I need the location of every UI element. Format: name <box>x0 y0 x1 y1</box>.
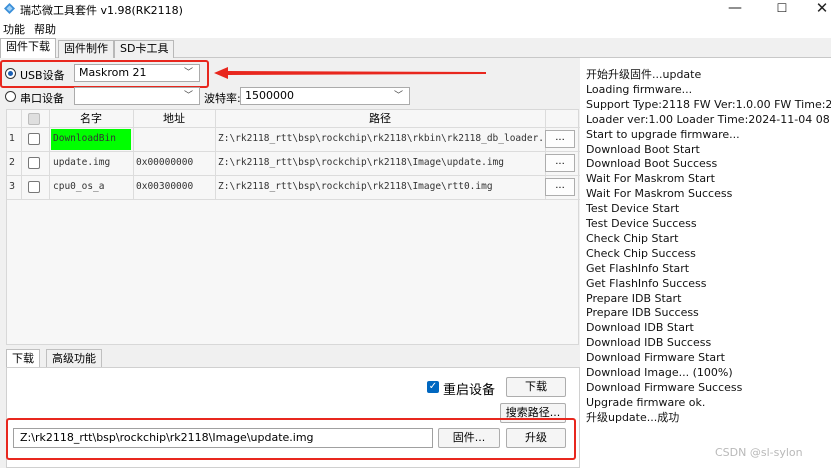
row-name: update.img <box>53 157 111 168</box>
column-header-address: 地址 <box>163 112 185 125</box>
annotation-arrow-top <box>214 67 486 79</box>
tab-firmware-build[interactable]: 固件制作 <box>58 40 114 58</box>
log-line: Check Chip Start <box>586 231 679 245</box>
baud-rate-select[interactable]: 1500000 ﹀ <box>240 87 410 105</box>
log-line: Get FlashInfo Success <box>586 276 707 290</box>
log-line: Download Boot Success <box>586 157 718 171</box>
log-line: Support Type:2118 FW Ver:1.0.00 FW Time:… <box>586 97 831 111</box>
log-pane: 开始升级固件...update Loading firmware... Suppor… <box>583 58 831 468</box>
log-line: Download IDB Start <box>586 321 694 335</box>
log-line: Download Image... (100%) <box>586 366 733 379</box>
log-line: Get FlashInfo Start <box>586 261 690 275</box>
row-index: 3 <box>9 181 16 192</box>
row-checkbox[interactable] <box>28 157 40 169</box>
row-index: 2 <box>9 157 16 168</box>
serial-device-radio[interactable] <box>5 91 16 102</box>
close-button[interactable]: ✕ <box>800 0 831 18</box>
column-header-path: 路径 <box>369 112 391 125</box>
image-table: 名字 地址 路径 1 DownloadBin Z:\rk2118_rtt\bsp… <box>6 109 580 345</box>
menu-function[interactable]: 功能 <box>3 21 25 37</box>
browse-file-button[interactable]: ... <box>545 154 575 172</box>
serial-device-label: 串口设备 <box>20 92 64 105</box>
restart-device-label: 重启设备 <box>443 383 496 398</box>
app-logo-icon <box>4 3 15 14</box>
tab-sd-card-tool[interactable]: SD卡工具 <box>114 40 175 58</box>
table-row[interactable]: 2 update.img 0x00000000 Z:\rk2118_rtt\bs… <box>7 151 580 175</box>
row-address <box>136 127 214 151</box>
serial-device-select[interactable]: ﹀ <box>74 87 200 105</box>
browse-file-button[interactable]: ... <box>545 130 575 148</box>
log-line: Download Firmware Success <box>586 380 743 394</box>
log-line: Prepare IDB Success <box>586 306 699 320</box>
table-row[interactable]: 3 cpu0_os_a 0x00300000 Z:\rk2118_rtt\bsp… <box>7 175 580 199</box>
table-row[interactable]: 1 DownloadBin Z:\rk2118_rtt\bsp\rockchip… <box>7 127 580 151</box>
row-path: Z:\rk2118_rtt\bsp\rockchip\rk2118\Image\… <box>218 181 493 192</box>
menu-help[interactable]: 帮助 <box>34 21 56 37</box>
log-line: Download Firmware Start <box>586 351 725 365</box>
chevron-down-icon: ﹀ <box>393 91 403 101</box>
log-line: Test Device Success <box>586 217 697 230</box>
row-address: 0x00300000 <box>136 181 194 192</box>
row-checkbox[interactable] <box>28 181 40 193</box>
baud-rate-value: 1500000 <box>245 89 294 102</box>
log-line: Download Boot Start <box>586 142 700 156</box>
tab-firmware-download[interactable]: 固件下载 <box>0 38 56 59</box>
log-line: Prepare IDB Start <box>586 291 682 305</box>
log-line: Test Device Start <box>586 202 680 216</box>
row-path: Z:\rk2118_rtt\bsp\rockchip\rk2118\Image\… <box>218 157 504 168</box>
browse-file-button[interactable]: ... <box>545 178 575 196</box>
log-line: Upgrade firmware ok. <box>586 395 706 409</box>
watermark: CSDN @sl-sylon <box>715 446 803 459</box>
baud-rate-label: 波特率: <box>204 92 241 105</box>
row-path: Z:\rk2118_rtt\bsp\rockchip\rk2118\rkbin\… <box>218 133 544 144</box>
log-line: Wait For Maskrom Success <box>586 187 733 201</box>
minimize-button[interactable]: — <box>713 0 757 18</box>
row-index: 1 <box>9 133 16 144</box>
log-line: Check Chip Success <box>586 246 696 260</box>
chevron-down-icon: ﹀ <box>183 91 193 101</box>
row-address: 0x00000000 <box>136 157 194 168</box>
log-line: 开始升级固件...update <box>586 68 702 81</box>
window-title: 瑞芯微工具套件 v1.98(RK2118) <box>20 4 183 17</box>
log-line: Loading firmware... <box>586 82 693 96</box>
log-line: Download IDB Success <box>586 336 712 350</box>
log-line: Wait For Maskrom Start <box>586 172 715 186</box>
usb-highlight-box <box>0 60 209 88</box>
main-tab-bar: 固件下载 固件制作 SD卡工具 <box>0 38 831 59</box>
row-checkbox[interactable] <box>28 133 40 145</box>
restart-device-checkbox[interactable]: ✓ <box>427 381 439 393</box>
select-all-checkbox[interactable] <box>28 113 40 125</box>
menu-bar: 功能 帮助 <box>0 18 831 38</box>
row-name: DownloadBin <box>53 133 116 144</box>
column-header-name: 名字 <box>80 112 102 125</box>
upgrade-highlight-box <box>6 418 576 460</box>
tab-download[interactable]: 下载 <box>6 349 40 368</box>
log-line: 升级update...成功 <box>586 410 680 424</box>
log-line: Start to upgrade firmware... <box>586 127 740 141</box>
download-button[interactable]: 下载 <box>506 377 566 397</box>
title-bar: 瑞芯微工具套件 v1.98(RK2118) — ☐ ✕ <box>0 0 831 18</box>
row-name: cpu0_os_a <box>53 181 105 192</box>
log-line: Loader ver:1.00 Loader Time:2024-11-04 0… <box>586 112 831 126</box>
maximize-button[interactable]: ☐ <box>760 0 804 18</box>
tab-advanced[interactable]: 高级功能 <box>46 349 102 368</box>
